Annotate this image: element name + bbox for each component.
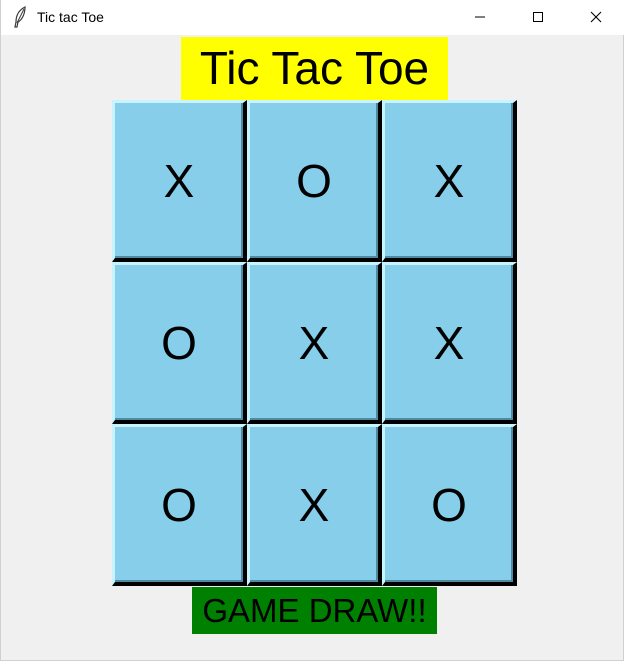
board-cell-0-0[interactable]: X — [112, 100, 247, 262]
maximize-icon — [532, 8, 544, 27]
close-button[interactable] — [567, 0, 624, 35]
board-cell-2-2[interactable]: O — [382, 424, 517, 586]
board-cell-2-1[interactable]: X — [247, 424, 382, 586]
app-window: Tic tac Toe Tic Tac Toe X O X O X X O X … — [0, 0, 624, 661]
board-cell-1-2[interactable]: X — [382, 262, 517, 424]
board-cell-1-1[interactable]: X — [247, 262, 382, 424]
maximize-button[interactable] — [509, 0, 567, 35]
window-title: Tic tac Toe — [37, 9, 104, 25]
board-cell-0-1[interactable]: O — [247, 100, 382, 262]
game-status-label: GAME DRAW!! — [192, 587, 437, 634]
game-title-label: Tic Tac Toe — [181, 37, 448, 100]
title-bar[interactable]: Tic tac Toe — [1, 0, 624, 35]
board-cell-1-0[interactable]: O — [112, 262, 247, 424]
board-cell-0-2[interactable]: X — [382, 100, 517, 262]
feather-icon — [13, 6, 27, 28]
close-icon — [590, 8, 602, 27]
board-cell-2-0[interactable]: O — [112, 424, 247, 586]
minimize-icon — [474, 8, 486, 27]
minimize-button[interactable] — [451, 0, 509, 35]
